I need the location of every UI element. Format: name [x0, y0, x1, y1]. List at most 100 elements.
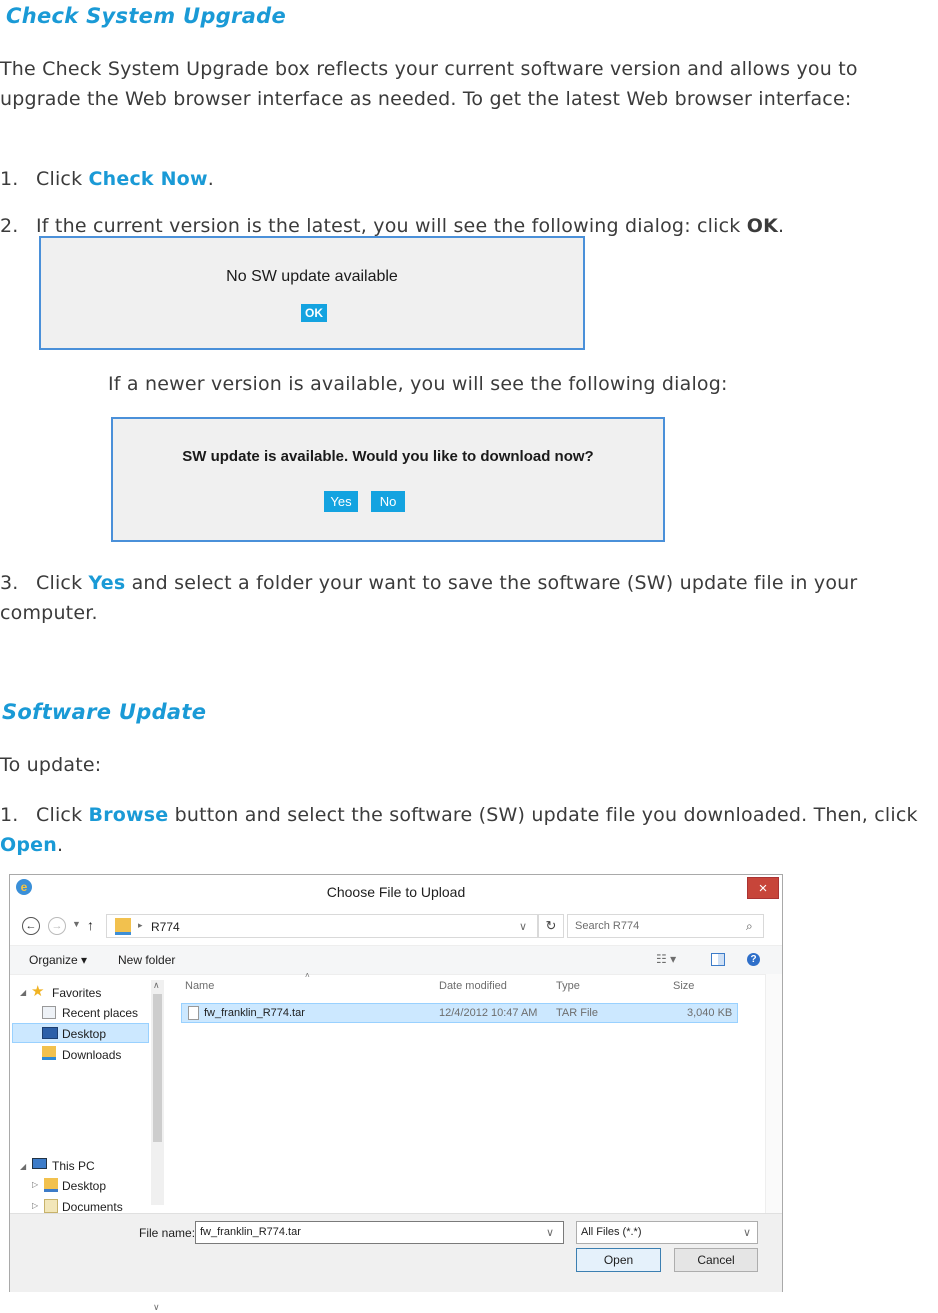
close-button[interactable]: ×: [747, 877, 779, 899]
expand-arrow-icon[interactable]: ◢: [20, 988, 26, 997]
column-name[interactable]: Name: [185, 980, 214, 992]
file-date: 12/4/2012 10:47 AM: [439, 1007, 538, 1019]
help-icon[interactable]: ?: [747, 953, 760, 966]
nav-favorites[interactable]: Favorites: [52, 986, 101, 1000]
step-3-yes: 3. Click Yes and select a folder your wan…: [0, 568, 930, 628]
filter-dropdown-icon[interactable]: ∨: [743, 1226, 751, 1239]
collapse-arrow-icon[interactable]: ▷: [32, 1201, 38, 1210]
address-path: R774: [151, 920, 180, 934]
step-number: 1.: [0, 168, 19, 190]
dialog-title: Choose File to Upload: [326, 884, 466, 900]
step-text: Click: [36, 168, 89, 190]
file-row[interactable]: fw_franklin_R774.tar 12/4/2012 10:47 AM …: [181, 1003, 738, 1023]
bottom-panel: File name: fw_franklin_R774.tar ∨ All Fi…: [10, 1213, 782, 1292]
no-update-message: No SW update available: [226, 268, 398, 285]
breadcrumb-separator-icon: ▸: [138, 920, 143, 930]
search-input[interactable]: Search R774 ⌕: [567, 914, 764, 938]
ok-emphasis: OK: [746, 215, 779, 237]
file-size: 3,040 KB: [687, 1007, 733, 1019]
nav-this-pc-group: ◢ This PC ▷ Desktop ▷ Documents: [10, 1150, 165, 1215]
file-icon: [188, 1006, 199, 1020]
column-size[interactable]: Size: [673, 980, 694, 992]
choose-file-dialog: e Choose File to Upload × ← → ▼ ↑ ▸ R774…: [9, 874, 783, 1312]
ok-button[interactable]: OK: [301, 304, 327, 322]
yes-button[interactable]: Yes: [324, 491, 358, 512]
collapse-arrow-icon[interactable]: ▷: [32, 1180, 38, 1189]
command-toolbar: Organize ▾ New folder ☷ ▾ ?: [10, 945, 782, 975]
title-bar: e Choose File to Upload ×: [10, 875, 782, 909]
step-text: button and select the software (SW) upda…: [168, 804, 918, 826]
open-button[interactable]: Open: [576, 1248, 661, 1272]
step-1-browse: 1. Click Browse button and select the sof…: [0, 800, 930, 860]
step-text: and select a folder your want to save th…: [0, 572, 858, 624]
scroll-down-icon[interactable]: ∨: [153, 1302, 160, 1313]
recent-places-icon: [42, 1006, 56, 1019]
file-list-header: Name ˄ Date modified Type Size: [167, 971, 765, 1002]
desktop-icon: [42, 1027, 58, 1039]
yes-link[interactable]: Yes: [89, 572, 126, 594]
no-button[interactable]: No: [371, 491, 405, 512]
file-name: fw_franklin_R774.tar: [204, 1007, 305, 1019]
step-number: 1.: [0, 804, 19, 826]
step-number: 2.: [0, 215, 19, 237]
newer-version-text: If a newer version is available, you wil…: [108, 373, 728, 395]
expand-arrow-icon[interactable]: ◢: [20, 1162, 26, 1171]
no-update-dialog: No SW update available OK: [39, 236, 585, 350]
section-title-software-update: Software Update: [2, 700, 207, 724]
back-icon[interactable]: ←: [22, 917, 40, 935]
step-number: 3.: [0, 572, 19, 594]
address-bar[interactable]: ▸ R774 ∨: [106, 914, 538, 938]
refresh-icon[interactable]: ↻: [538, 914, 564, 938]
organize-button[interactable]: Organize ▾: [29, 953, 87, 967]
file-name-label: File name:: [139, 1226, 196, 1240]
nav-this-pc[interactable]: This PC: [52, 1159, 95, 1173]
column-type[interactable]: Type: [556, 980, 580, 992]
open-link[interactable]: Open: [0, 834, 57, 856]
search-placeholder: Search R774: [575, 920, 640, 932]
step-1-check-now: 1. Click Check Now.: [0, 164, 214, 194]
computer-icon: [32, 1158, 47, 1169]
nav-downloads[interactable]: Downloads: [62, 1048, 121, 1062]
new-folder-button[interactable]: New folder: [118, 953, 175, 967]
step-text: Click: [36, 804, 89, 826]
section1-intro: The Check System Upgrade box reflects yo…: [0, 58, 858, 110]
step-text: If the current version is the latest, yo…: [36, 215, 747, 237]
browse-link[interactable]: Browse: [89, 804, 169, 826]
step-text: .: [207, 168, 214, 190]
nav-recent-places[interactable]: Recent places: [62, 1006, 138, 1020]
update-available-dialog: SW update is available. Would you like t…: [111, 417, 665, 542]
folder-icon: [115, 918, 131, 935]
file-type-filter[interactable]: All Files (*.*) ∨: [576, 1221, 758, 1244]
file-type: TAR File: [556, 1007, 598, 1019]
check-now-link[interactable]: Check Now: [89, 168, 208, 190]
view-options-icon[interactable]: ☷ ▾: [656, 952, 676, 966]
nav-pc-desktop[interactable]: Desktop: [62, 1179, 106, 1193]
scroll-up-icon[interactable]: ∧: [153, 980, 160, 991]
forward-icon[interactable]: →: [48, 917, 66, 935]
file-name-input[interactable]: fw_franklin_R774.tar ∨: [195, 1221, 564, 1244]
desktop-folder-icon: [44, 1178, 58, 1192]
documents-folder-icon: [44, 1199, 58, 1213]
address-dropdown-icon[interactable]: ∨: [519, 920, 527, 933]
scroll-thumb[interactable]: [153, 994, 162, 1142]
file-name-value: fw_franklin_R774.tar: [200, 1226, 301, 1238]
file-list-scrollbar[interactable]: [765, 974, 782, 1214]
filter-value: All Files (*.*): [581, 1226, 642, 1238]
file-name-dropdown-icon[interactable]: ∨: [546, 1226, 554, 1239]
section-title-check-system-upgrade: Check System Upgrade: [6, 4, 287, 28]
step-text: .: [56, 834, 64, 856]
column-date-modified[interactable]: Date modified: [439, 980, 507, 992]
preview-pane-icon[interactable]: [711, 953, 725, 966]
downloads-icon: [42, 1046, 56, 1060]
cancel-button[interactable]: Cancel: [674, 1248, 758, 1272]
section2-intro: To update:: [0, 754, 102, 776]
step-text: .: [778, 215, 785, 237]
update-available-message: SW update is available. Would you like t…: [182, 448, 594, 465]
recent-dropdown-icon[interactable]: ▼: [72, 919, 81, 929]
search-icon: ⌕: [746, 919, 753, 933]
step-text: Click: [36, 572, 89, 594]
nav-pc-documents[interactable]: Documents: [62, 1200, 123, 1214]
up-arrow-icon[interactable]: ↑: [87, 917, 94, 933]
favorites-star-icon: ★: [31, 983, 45, 1000]
nav-desktop[interactable]: Desktop: [62, 1027, 106, 1041]
